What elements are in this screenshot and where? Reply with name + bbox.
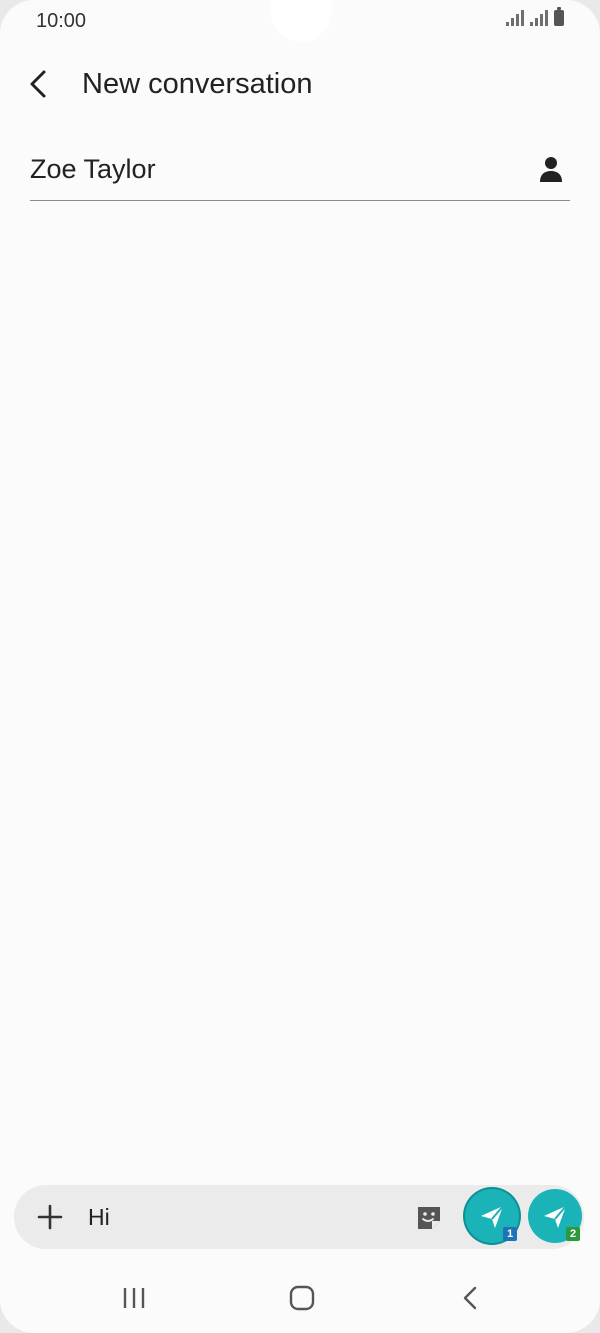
home-button[interactable] [282, 1282, 322, 1314]
battery-icon [554, 7, 564, 26]
send-sim1-button[interactable]: 1 [465, 1189, 519, 1243]
signal-icon [506, 10, 524, 26]
sticker-icon [418, 1207, 440, 1229]
status-bar: 10:00 [0, 0, 600, 44]
back-button[interactable] [24, 66, 56, 102]
navigation-bar [0, 1270, 600, 1330]
home-icon [289, 1285, 315, 1311]
recent-apps-button[interactable] [114, 1282, 154, 1314]
recipient-field[interactable]: Zoe Taylor [30, 150, 570, 201]
nav-back-button[interactable] [450, 1282, 490, 1314]
status-time: 10:00 [36, 10, 87, 32]
sticker-button[interactable] [414, 1203, 444, 1233]
person-icon [540, 157, 562, 182]
message-composer: Hi 1 2 [14, 1185, 584, 1249]
camera-notch [270, 0, 332, 42]
nav-back-icon [463, 1286, 477, 1310]
add-attachment-button[interactable] [36, 1203, 64, 1231]
sim2-badge: 2 [566, 1227, 580, 1241]
phone-screen: 10:00 New conversation Zoe Taylor Hi 1 2 [0, 0, 600, 1333]
signal-icon-2 [530, 10, 548, 26]
page-title: New conversation [82, 68, 313, 100]
send-sim2-button[interactable]: 2 [528, 1189, 582, 1243]
plus-icon [37, 1204, 63, 1230]
status-icons [506, 7, 564, 26]
contacts-button[interactable] [536, 154, 566, 184]
recent-apps-icon [123, 1288, 145, 1308]
message-input[interactable]: Hi [88, 1199, 388, 1235]
chevron-left-icon [30, 70, 46, 98]
sim1-badge: 1 [503, 1227, 517, 1241]
recipient-input-value[interactable]: Zoe Taylor [30, 154, 156, 185]
